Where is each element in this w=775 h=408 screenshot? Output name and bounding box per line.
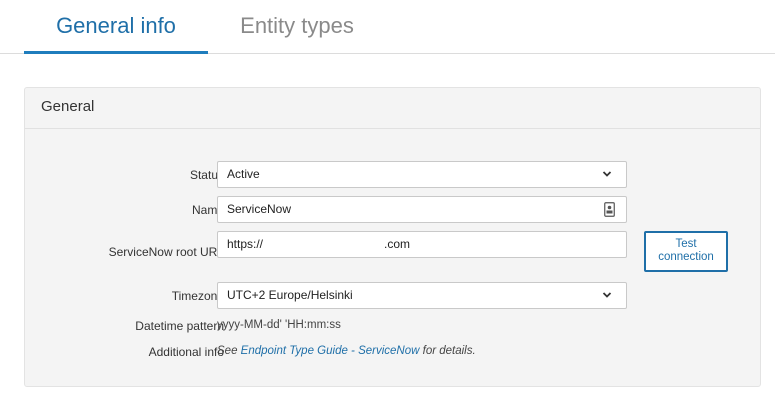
url-label: ServiceNow root URL — [108, 245, 224, 259]
tab-bar: General info Entity types — [0, 0, 775, 54]
contact-card-icon[interactable] — [604, 202, 615, 217]
timezone-value: UTC+2 Europe/Helsinki — [227, 288, 353, 302]
chevron-down-icon — [602, 171, 612, 177]
general-panel: General Status Active Name ServiceNow Se… — [24, 87, 761, 387]
url-suffix: .com — [384, 237, 411, 251]
datetime-label: Datetime pattern — [135, 319, 224, 333]
endpoint-guide-link[interactable]: Endpoint Type Guide - ServiceNow — [241, 345, 420, 357]
chevron-down-icon — [602, 292, 612, 298]
status-select[interactable]: Active — [217, 161, 627, 188]
tab-general-info[interactable]: General info — [24, 0, 208, 54]
test-connection-line2: connection — [658, 251, 714, 263]
datetime-value: yyyy-MM-dd' 'HH:mm:ss — [217, 319, 341, 331]
test-connection-line1: Test — [675, 238, 697, 250]
timezone-select[interactable]: UTC+2 Europe/Helsinki — [217, 282, 627, 309]
section-title: General — [25, 88, 760, 129]
tab-entity-types[interactable]: Entity types — [222, 0, 372, 54]
name-value: ServiceNow — [227, 202, 292, 216]
test-connection-button[interactable]: Test connection — [644, 231, 728, 272]
url-field[interactable]: https:// .com — [217, 231, 627, 258]
status-value: Active — [227, 167, 260, 181]
additional-info-prefix: See — [217, 345, 241, 357]
additional-info-label: Additional info — [148, 345, 224, 359]
additional-info-value: See Endpoint Type Guide - ServiceNow for… — [217, 345, 476, 357]
url-prefix: https:// — [227, 237, 264, 251]
name-field[interactable]: ServiceNow — [217, 196, 627, 223]
additional-info-suffix: for details. — [419, 345, 476, 357]
